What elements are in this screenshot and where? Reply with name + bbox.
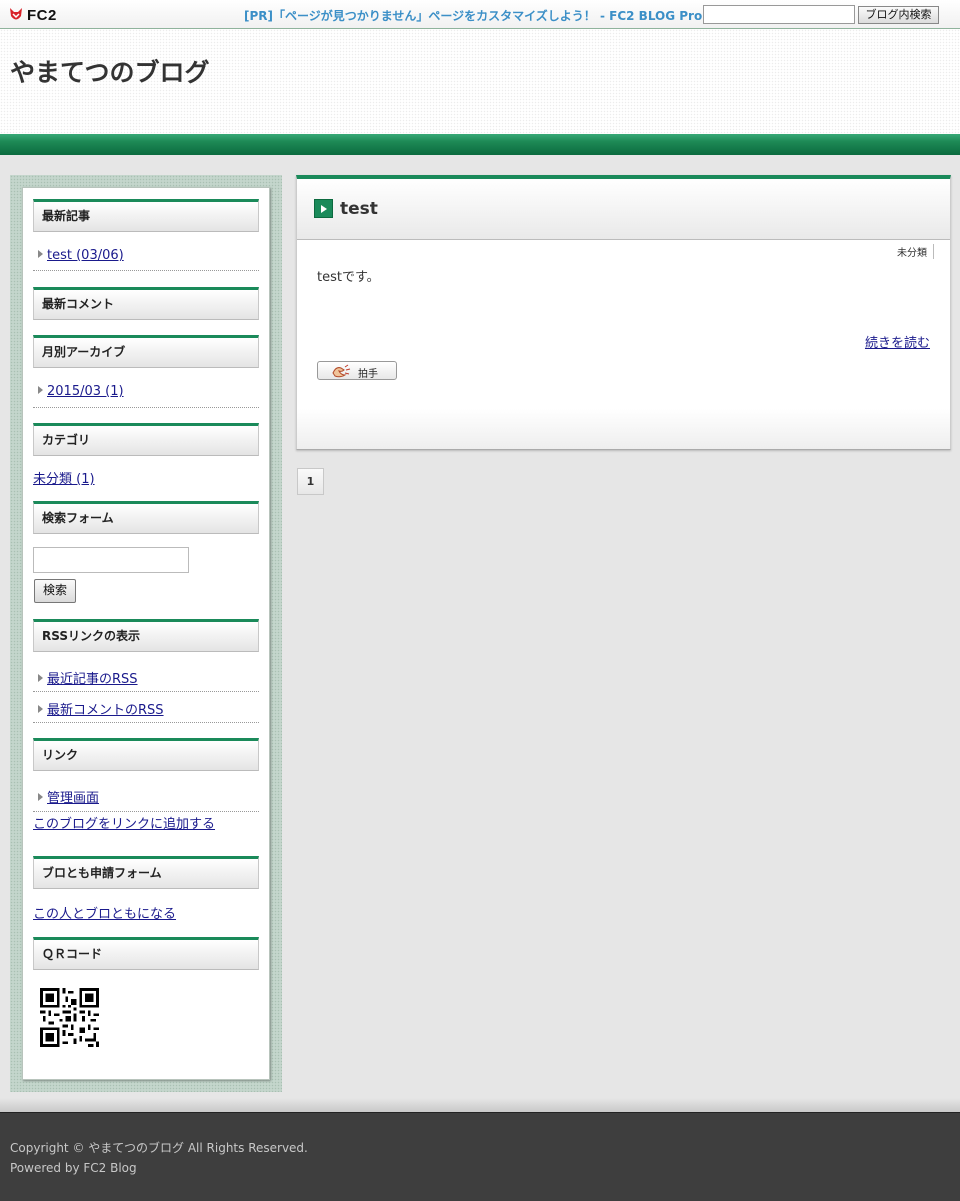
bullet-triangle-icon bbox=[38, 674, 43, 682]
add-blog-link[interactable]: このブログをリンクに追加する bbox=[33, 813, 215, 832]
sidebar-heading-rss: RSSリンクの表示 bbox=[33, 619, 259, 652]
entry-card: test testです。 続きを読む 拍手 bbox=[296, 175, 951, 450]
pager-page-current[interactable]: 1 bbox=[297, 468, 324, 495]
archive-item[interactable]: 2015/03 (1) bbox=[33, 384, 259, 399]
qr-code-icon bbox=[40, 988, 99, 1047]
admin-link[interactable]: 管理画面 bbox=[47, 791, 99, 806]
clap-label: 拍手 bbox=[358, 369, 378, 380]
entry-body-text: testです。 bbox=[317, 270, 380, 285]
rss-link-comments[interactable]: 最新コメントのRSS bbox=[47, 703, 164, 718]
sidebar-heading-categories: カテゴリ bbox=[33, 423, 259, 456]
entry-title[interactable]: test bbox=[340, 199, 378, 219]
clap-button[interactable]: 拍手 bbox=[317, 361, 397, 380]
powered-by-text: Powered by FC2 Blog bbox=[10, 1161, 137, 1175]
fc2-logo-text: FC2 bbox=[27, 6, 57, 24]
rss-item[interactable]: 最新コメントのRSS bbox=[33, 699, 259, 718]
blog-search-button[interactable]: ブログ内検索 bbox=[858, 6, 939, 24]
rss-item[interactable]: 最近記事のRSS bbox=[33, 668, 259, 687]
footer bbox=[0, 1112, 960, 1201]
sidebar-heading-recent-entries: 最新記事 bbox=[33, 199, 259, 232]
archive-link[interactable]: 2015/03 (1) bbox=[47, 384, 124, 399]
link-item[interactable]: 管理画面 bbox=[33, 787, 259, 806]
category-link-uncategorized[interactable]: 未分類 (1) bbox=[33, 468, 95, 487]
blog-title[interactable]: やまてつのブログ bbox=[10, 53, 210, 89]
sidebar-heading-links: リンク bbox=[33, 738, 259, 771]
divider bbox=[33, 722, 259, 723]
entry-category-link[interactable]: 未分類 bbox=[897, 244, 934, 259]
clapping-hands-icon bbox=[332, 364, 351, 378]
sidebar-heading-blotomo: ブロとも申請フォーム bbox=[33, 856, 259, 889]
rss-link-entries[interactable]: 最近記事のRSS bbox=[47, 672, 138, 687]
entry-footer bbox=[297, 409, 950, 449]
fc2-fox-icon bbox=[10, 8, 22, 20]
blotomo-link[interactable]: この人とブロともになる bbox=[33, 903, 176, 922]
sidebar-heading-qr: ＱＲコード bbox=[33, 937, 259, 970]
sidebar-heading-archives: 月別アーカイブ bbox=[33, 335, 259, 368]
recent-entry-link[interactable]: test (03/06) bbox=[47, 248, 124, 263]
blog-header: やまてつのブログ bbox=[0, 29, 960, 134]
entry-play-icon bbox=[314, 199, 333, 218]
bullet-triangle-icon bbox=[38, 705, 43, 713]
sidebar-heading-recent-comments: 最新コメント bbox=[33, 287, 259, 320]
fc2-top-bar: FC2 [PR]「ページが見つかりません」ページをカスタマイズしよう！ - FC… bbox=[0, 0, 960, 29]
divider bbox=[33, 407, 259, 408]
fc2-logo[interactable]: FC2 bbox=[8, 5, 57, 25]
header-green-band bbox=[0, 134, 960, 155]
recent-entry-item[interactable]: test (03/06) bbox=[33, 248, 259, 263]
bullet-triangle-icon bbox=[38, 250, 43, 258]
footer-shadow bbox=[0, 1098, 960, 1112]
divider bbox=[33, 811, 259, 812]
copyright-text: Copyright © やまてつのブログ All Rights Reserved… bbox=[10, 1141, 308, 1155]
fc2-pr-link[interactable]: [PR]「ページが見つかりません」ページをカスタマイズしよう！ - FC2 BL… bbox=[244, 7, 702, 24]
sidebar-search-input[interactable] bbox=[33, 547, 189, 573]
divider bbox=[33, 270, 259, 271]
sidebar-heading-search-form: 検索フォーム bbox=[33, 501, 259, 534]
divider bbox=[33, 691, 259, 692]
read-more-link[interactable]: 続きを読む bbox=[865, 332, 930, 351]
bullet-triangle-icon bbox=[38, 386, 43, 394]
bullet-triangle-icon bbox=[38, 793, 43, 801]
sidebar-search-button[interactable]: 検索 bbox=[34, 579, 76, 603]
blog-search-input[interactable] bbox=[703, 5, 855, 24]
entry-header: test bbox=[297, 179, 950, 240]
